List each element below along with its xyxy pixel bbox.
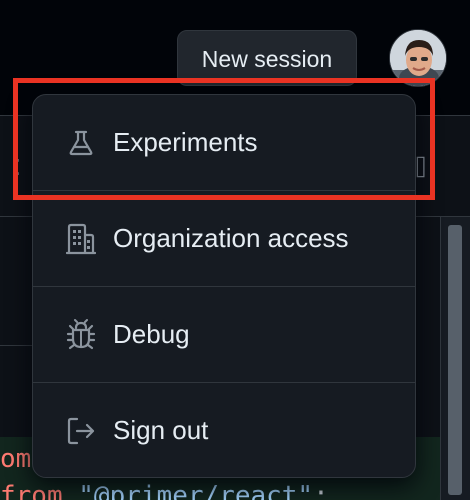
bug-icon [65, 318, 97, 351]
app-window: ⁚ ⌷ om from "@primer/react"; New session [0, 0, 470, 500]
code-keyword: om [0, 444, 32, 474]
menu-item-sign-out[interactable]: Sign out [33, 383, 415, 477]
organization-icon [65, 223, 97, 255]
menu-item-label: Experiments [113, 127, 258, 157]
avatar-image [390, 30, 446, 86]
toolbar-glyph-left: ⁚ [14, 156, 21, 181]
new-session-button[interactable]: New session [177, 30, 357, 86]
code-keyword: from [0, 481, 63, 500]
menu-item-experiments[interactable]: Experiments [33, 95, 415, 190]
sign-out-icon [65, 415, 97, 447]
beaker-icon [65, 127, 97, 159]
code-punctuation: ; [313, 481, 329, 500]
menu-item-debug[interactable]: Debug [33, 287, 415, 382]
menu-item-label: Debug [113, 319, 190, 349]
menu-item-label: Sign out [113, 415, 209, 445]
menu-item-label: Organization access [113, 223, 349, 253]
editor-scrollbar-thumb[interactable] [448, 225, 462, 495]
new-session-label: New session [201, 46, 333, 72]
menu-item-organization-access[interactable]: Organization access [33, 191, 415, 286]
user-menu: Experiments Organization access Debug Si… [32, 94, 416, 478]
avatar[interactable] [389, 29, 447, 87]
code-string: "@primer/react" [78, 481, 314, 500]
code-line-2: from "@primer/react"; [0, 481, 329, 500]
code-line-1: om [0, 444, 31, 474]
